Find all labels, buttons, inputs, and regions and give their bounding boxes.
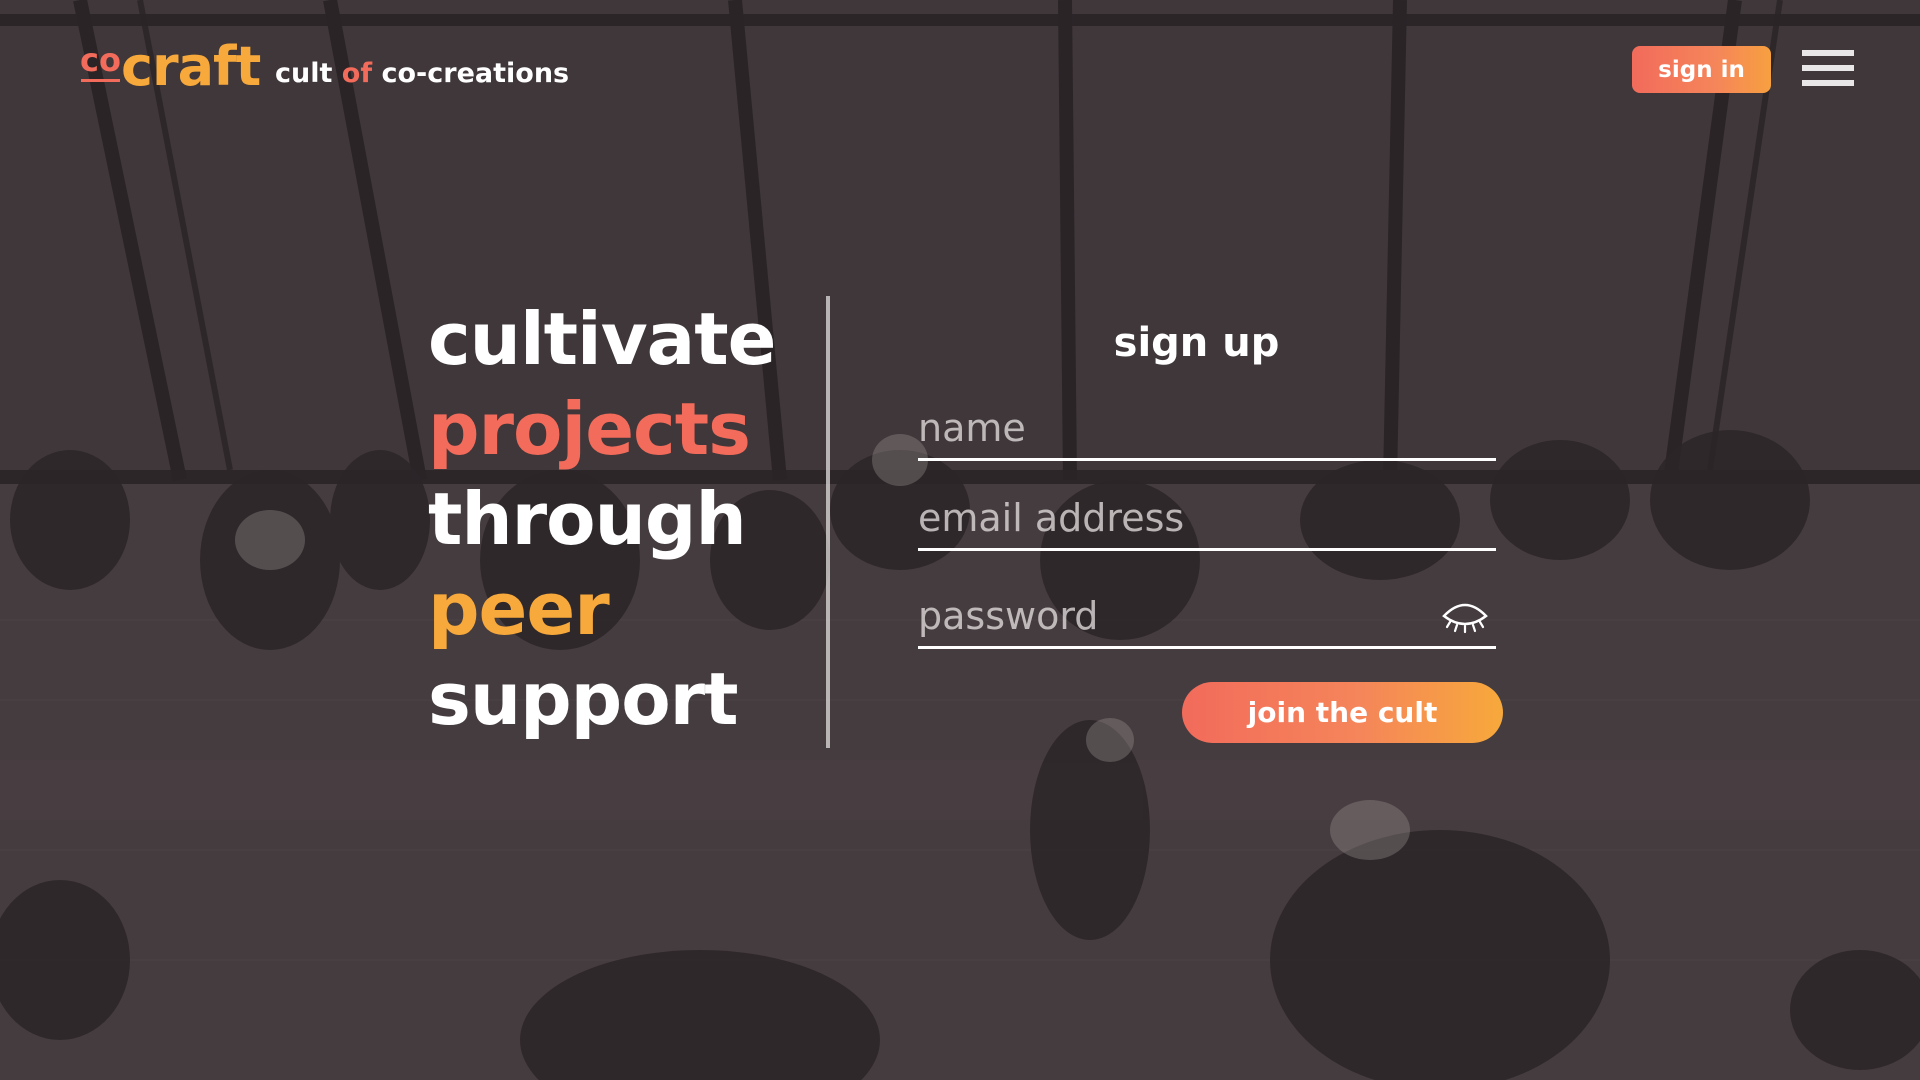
logo-craft: craft [120, 35, 261, 98]
menu-line [1802, 65, 1854, 71]
password-field [918, 586, 1496, 649]
menu-line [1802, 80, 1854, 86]
landing-page: co craft cult of co-creations sign in cu… [0, 0, 1920, 1080]
email-field [918, 488, 1496, 551]
email-input[interactable] [918, 488, 1496, 548]
menu-line [1802, 50, 1854, 56]
sign-in-button[interactable]: sign in [1632, 46, 1771, 93]
tagline-part1: cult [275, 58, 342, 89]
hero-word-support: support [428, 657, 739, 741]
hero-word-peer: peer [428, 567, 610, 651]
tagline-accent: of [341, 58, 373, 89]
name-input[interactable] [918, 398, 1496, 458]
tagline-part2: co-creations [372, 58, 570, 89]
hero-slogan: cultivate projects through peer support [428, 294, 776, 744]
name-field [918, 398, 1496, 461]
password-input[interactable] [918, 586, 1496, 646]
tagline: cult of co-creations [275, 58, 569, 89]
signup-title: sign up [1113, 320, 1280, 366]
hamburger-menu-icon[interactable] [1802, 50, 1854, 88]
hero-word-cultivate: cultivate [428, 297, 776, 381]
eye-closed-icon[interactable] [1440, 596, 1490, 636]
vertical-divider [826, 296, 830, 748]
cocraft-logo[interactable]: co craft [80, 35, 261, 98]
logo-co: co [80, 41, 121, 82]
hero-word-through: through [428, 477, 747, 561]
join-the-cult-button[interactable]: join the cult [1182, 682, 1503, 743]
hero-word-projects: projects [428, 387, 751, 471]
